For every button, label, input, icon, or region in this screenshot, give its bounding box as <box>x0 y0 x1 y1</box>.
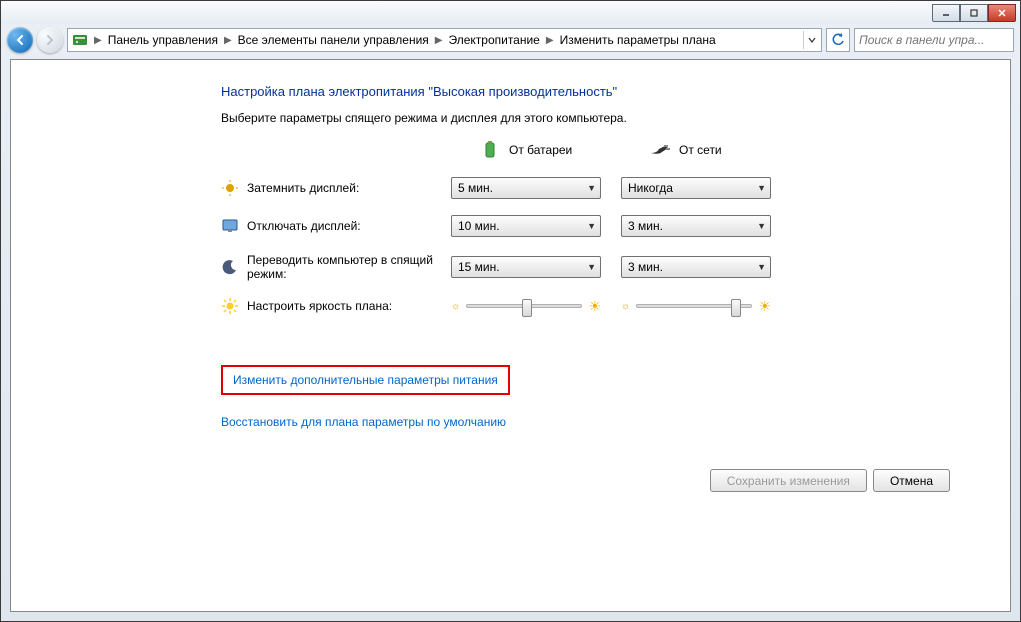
column-ac-label: От сети <box>679 143 722 157</box>
navbar: ▶ Панель управления ▶ Все элементы панел… <box>1 24 1020 56</box>
chevron-right-icon: ▶ <box>431 35 447 46</box>
page-subtitle: Выберите параметры спящего режима и дисп… <box>221 111 970 125</box>
column-battery-label: От батареи <box>509 143 572 157</box>
slider-thumb[interactable] <box>522 299 532 317</box>
monitor-icon <box>221 217 239 235</box>
close-button[interactable] <box>988 4 1016 22</box>
chevron-right-icon: ▶ <box>90 35 106 46</box>
page-title: Настройка плана электропитания "Высокая … <box>221 84 970 99</box>
chevron-right-icon: ▶ <box>220 35 236 46</box>
refresh-button[interactable] <box>826 28 850 52</box>
off-battery-dropdown[interactable]: 10 мин.▼ <box>451 215 601 237</box>
sun-big-icon: ☀ <box>758 298 771 315</box>
off-ac-dropdown[interactable]: 3 мин.▼ <box>621 215 771 237</box>
chevron-down-icon: ▼ <box>587 221 596 231</box>
sun-small-icon: ☼ <box>621 301 630 312</box>
dim-icon <box>221 179 239 197</box>
chevron-down-icon: ▼ <box>757 221 766 231</box>
row-brightness: Настроить яркость плана: <box>221 297 451 315</box>
slider-thumb[interactable] <box>731 299 741 317</box>
chevron-down-icon: ▼ <box>757 262 766 272</box>
breadcrumb-item[interactable]: Электропитание <box>446 33 541 47</box>
row-sleep-label: Переводить компьютер в спящий режим: <box>247 253 447 281</box>
dim-ac-dropdown[interactable]: Никогда▼ <box>621 177 771 199</box>
breadcrumb-item[interactable]: Все элементы панели управления <box>236 33 431 47</box>
row-off: Отключать дисплей: <box>221 217 451 235</box>
column-battery: От батареи <box>451 139 621 161</box>
nav-forward-button[interactable] <box>37 27 63 53</box>
brightness-icon <box>221 297 239 315</box>
sleep-battery-dropdown[interactable]: 15 мин.▼ <box>451 256 601 278</box>
restore-defaults-link[interactable]: Восстановить для плана параметры по умол… <box>221 415 506 429</box>
advanced-settings-link[interactable]: Изменить дополнительные параметры питани… <box>233 373 498 387</box>
row-off-label: Отключать дисплей: <box>247 219 361 233</box>
titlebar <box>1 1 1020 24</box>
cancel-button[interactable]: Отмена <box>873 469 950 492</box>
moon-icon <box>221 258 239 276</box>
breadcrumb-dropdown[interactable] <box>803 31 819 49</box>
battery-icon <box>479 139 501 161</box>
brightness-battery-slider[interactable]: ☼ ☀ <box>451 298 601 315</box>
row-brightness-label: Настроить яркость плана: <box>247 299 392 313</box>
settings-grid: От батареи От сети Затемнить дисплей: 5 … <box>221 139 970 315</box>
dim-battery-dropdown[interactable]: 5 мин.▼ <box>451 177 601 199</box>
button-row: Сохранить изменения Отмена <box>221 469 970 492</box>
row-dim: Затемнить дисплей: <box>221 179 451 197</box>
links-section: Изменить дополнительные параметры питани… <box>221 365 970 429</box>
brightness-ac-slider[interactable]: ☼ ☀ <box>621 298 771 315</box>
chevron-down-icon: ▼ <box>587 183 596 193</box>
search-box[interactable] <box>854 28 1014 52</box>
highlighted-link-box: Изменить дополнительные параметры питани… <box>221 365 510 395</box>
breadcrumb-item[interactable]: Изменить параметры плана <box>558 33 718 47</box>
maximize-button[interactable] <box>960 4 988 22</box>
window-controls <box>932 4 1016 22</box>
search-input[interactable] <box>859 33 1016 47</box>
content-area: Настройка плана электропитания "Высокая … <box>10 59 1011 612</box>
slider-track[interactable] <box>466 304 582 308</box>
sleep-ac-dropdown[interactable]: 3 мин.▼ <box>621 256 771 278</box>
row-dim-label: Затемнить дисплей: <box>247 181 359 195</box>
chevron-right-icon: ▶ <box>542 35 558 46</box>
breadcrumb-item[interactable]: Панель управления <box>106 33 220 47</box>
control-panel-icon <box>72 32 88 48</box>
sun-big-icon: ☀ <box>588 298 601 315</box>
nav-back-button[interactable] <box>7 27 33 53</box>
chevron-down-icon: ▼ <box>757 183 766 193</box>
slider-track[interactable] <box>636 304 752 308</box>
save-button[interactable]: Сохранить изменения <box>710 469 867 492</box>
breadcrumb[interactable]: ▶ Панель управления ▶ Все элементы панел… <box>67 28 822 52</box>
plug-icon <box>649 139 671 161</box>
sun-small-icon: ☼ <box>451 301 460 312</box>
minimize-button[interactable] <box>932 4 960 22</box>
column-ac: От сети <box>621 139 791 161</box>
window: ▶ Панель управления ▶ Все элементы панел… <box>0 0 1021 622</box>
chevron-down-icon: ▼ <box>587 262 596 272</box>
row-sleep: Переводить компьютер в спящий режим: <box>221 253 451 281</box>
